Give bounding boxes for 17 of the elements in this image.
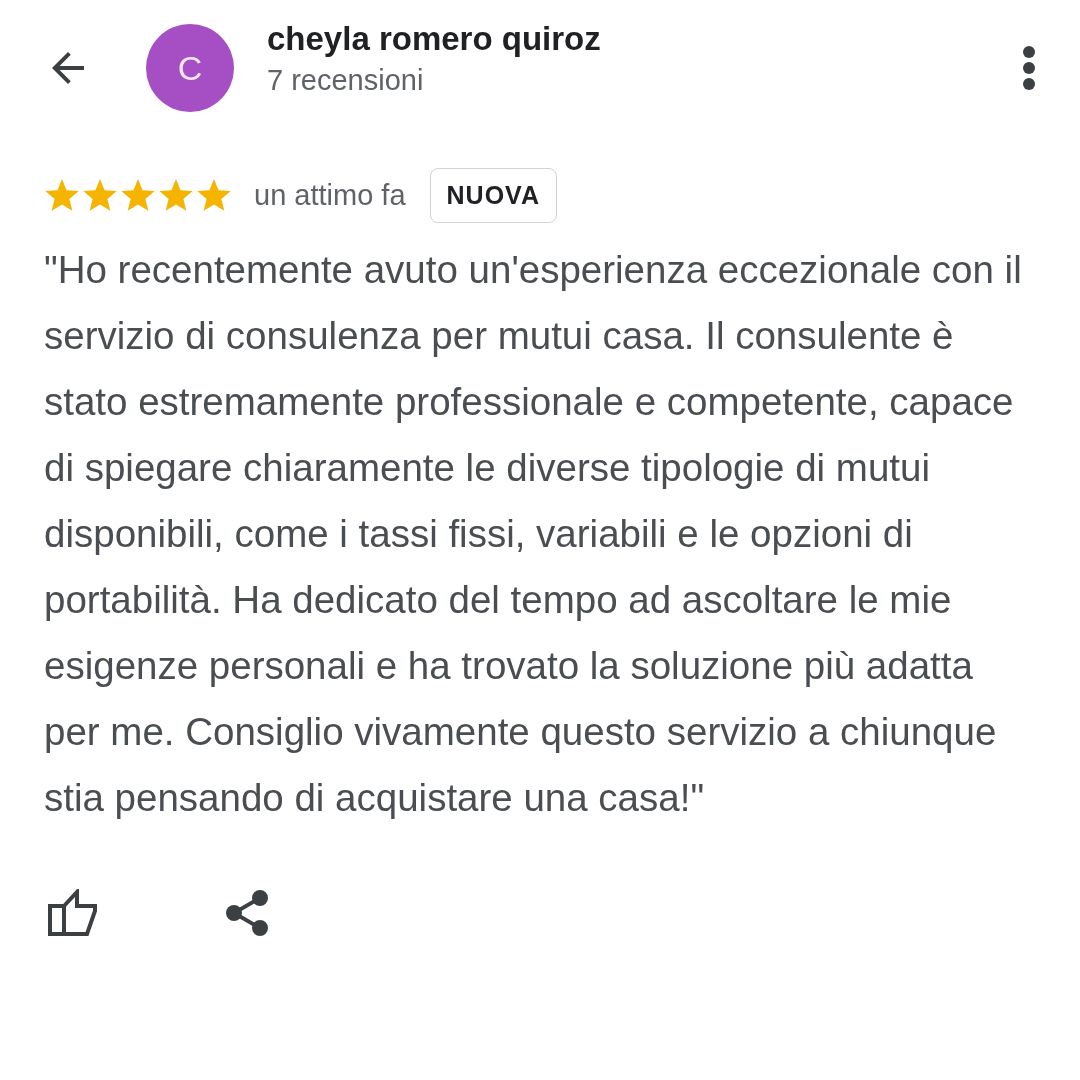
review-time: un attimo fa [254, 179, 406, 212]
star-icon [44, 178, 80, 213]
new-badge: NUOVA [429, 168, 557, 223]
thumbs-up-icon [48, 889, 98, 937]
avatar: C [146, 24, 234, 112]
star-icon [120, 178, 156, 213]
star-icon [82, 178, 118, 213]
share-button[interactable] [224, 889, 270, 937]
star-icon [196, 178, 232, 213]
star-icon [158, 178, 194, 213]
like-button[interactable] [48, 889, 98, 937]
more-options-button[interactable] [1022, 45, 1036, 91]
reviews-count: 7 recensioni [267, 63, 425, 97]
reviewer-name: cheyla romero quiroz [267, 19, 602, 58]
more-vertical-icon [1022, 45, 1036, 91]
share-icon [224, 889, 270, 937]
review-text: "Ho recentemente avuto un'esperienza eccezionale con il servizio di consulenza per mutui casa. Il consulente è stato estremamente professionale e competente, capace di spiegare chiaramente le diverse tipologie di mutui disponibili, come i tassi fissi, variabili e le opzioni di portabilità. Ha dedicato del tempo ad ascoltare le mie esigenze personali e ha trovato la soluzione più adatta per me. Consiglio vivamente questo servizio a chiunque stia pensando di acquistare una casa!" [44, 247, 1023, 821]
